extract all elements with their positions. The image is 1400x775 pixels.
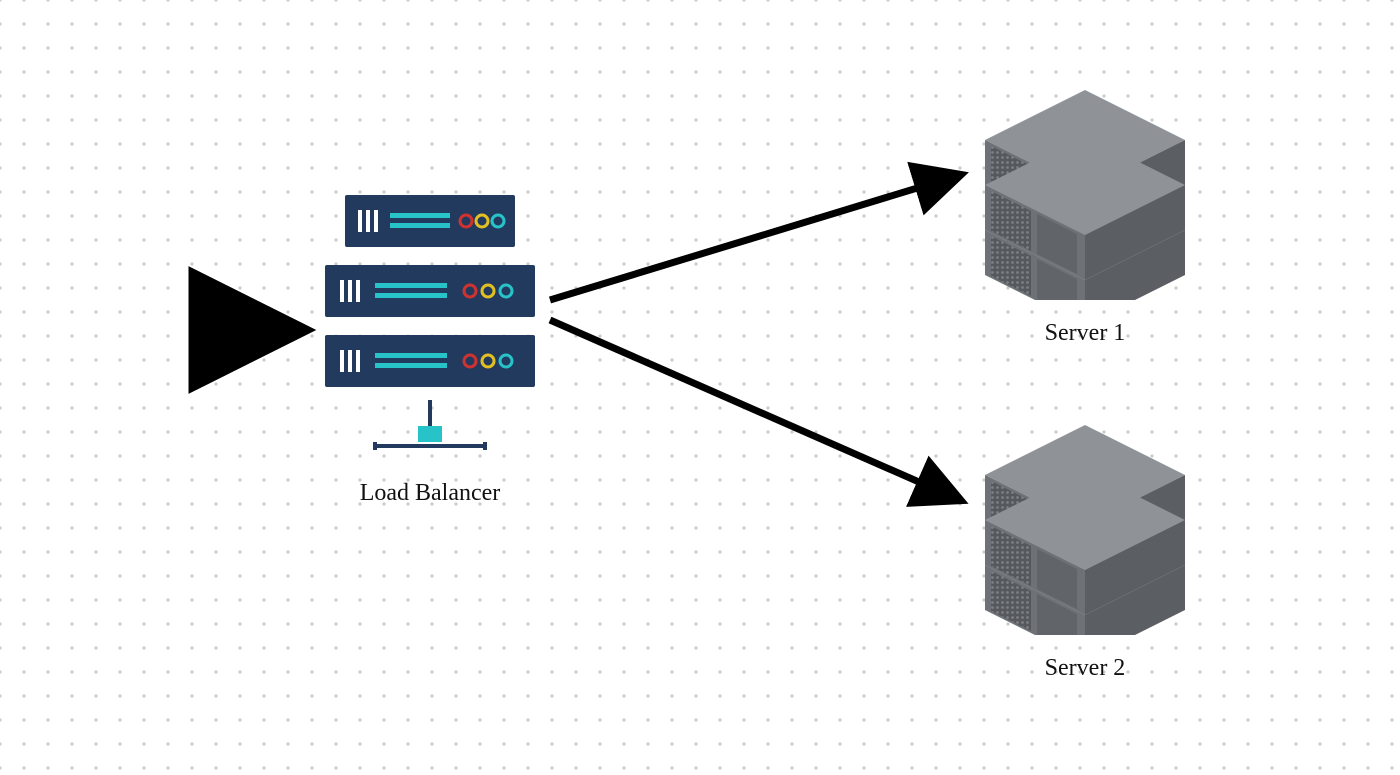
load-balancer-label: Load Balancer [330,480,530,507]
server1-node [965,60,1205,300]
load-balancer-icon [320,190,540,470]
server2-label: Server 2 [985,655,1185,682]
server-stack-icon [965,60,1205,300]
arrow-lb-to-server1 [550,175,960,300]
server-stack-icon [965,395,1205,635]
server1-label: Server 1 [985,320,1185,347]
load-balancer-node [320,190,540,470]
server2-node [965,395,1205,635]
diagram-canvas: Load Balancer [0,0,1400,775]
arrow-lb-to-server2 [550,320,960,500]
